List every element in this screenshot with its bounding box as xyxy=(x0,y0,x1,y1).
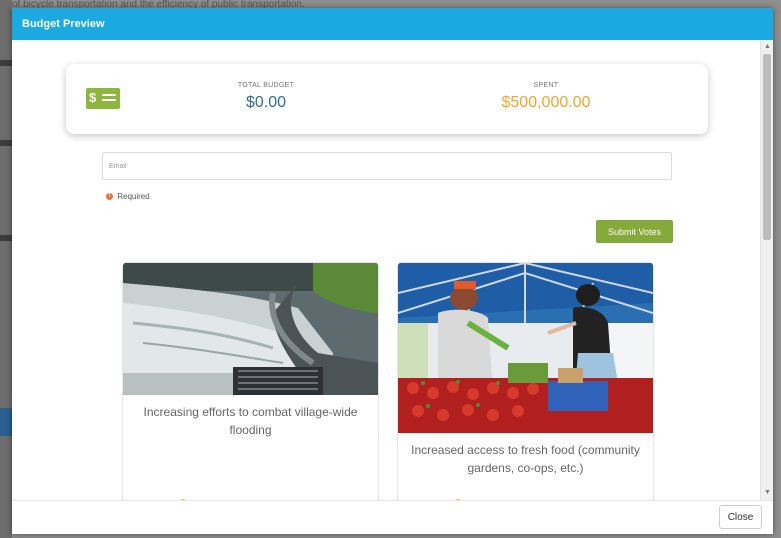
farmers-market-image xyxy=(398,263,653,433)
total-budget-label: TOTAL BUDGET xyxy=(237,82,295,89)
budget-preview-modal: Budget Preview $ TOTAL BUDGET $0.00 SPEN… xyxy=(12,8,773,534)
modal-footer: Close xyxy=(12,500,773,534)
required-note: ! Required xyxy=(106,192,150,201)
project-title-flooding: Increasing efforts to combat village-wid… xyxy=(143,405,358,437)
submit-votes-button[interactable]: Submit Votes xyxy=(596,220,673,243)
close-button[interactable]: Close xyxy=(719,505,762,529)
email-input[interactable] xyxy=(102,152,672,180)
budget-summary-card: $ TOTAL BUDGET $0.00 SPENT $500,000.00 xyxy=(66,64,708,134)
spent-value: $500,000.00 xyxy=(501,94,591,111)
modal-scrollbar[interactable]: ▲ ▼ xyxy=(760,40,773,500)
project-title-fresh-food: Increased access to fresh food (communit… xyxy=(411,443,640,475)
spent-label: SPENT xyxy=(533,82,559,89)
scroll-down-icon[interactable]: ▼ xyxy=(761,488,773,498)
modal-body[interactable]: $ TOTAL BUDGET $0.00 SPENT $500,000.00 !… xyxy=(12,40,760,500)
required-label: Required xyxy=(117,192,150,201)
modal-header: Budget Preview xyxy=(12,8,773,40)
scrollbar-thumb[interactable] xyxy=(763,54,771,240)
project-card-fresh-food[interactable]: Increased access to fresh food (communit… xyxy=(397,262,654,500)
scroll-up-icon[interactable]: ▲ xyxy=(761,42,773,52)
total-budget-value: $0.00 xyxy=(245,94,287,111)
money-icon: $ xyxy=(86,88,120,109)
modal-title: Budget Preview xyxy=(22,18,105,30)
warning-icon: ! xyxy=(106,193,113,201)
spent-amount: SPENT $500,000.00 xyxy=(466,82,626,112)
project-card-flooding[interactable]: Increasing efforts to combat village-wid… xyxy=(122,262,379,500)
total-budget: TOTAL BUDGET $0.00 xyxy=(186,82,346,112)
flooding-street-drain-image xyxy=(123,263,378,395)
background-page-edge xyxy=(0,0,12,538)
